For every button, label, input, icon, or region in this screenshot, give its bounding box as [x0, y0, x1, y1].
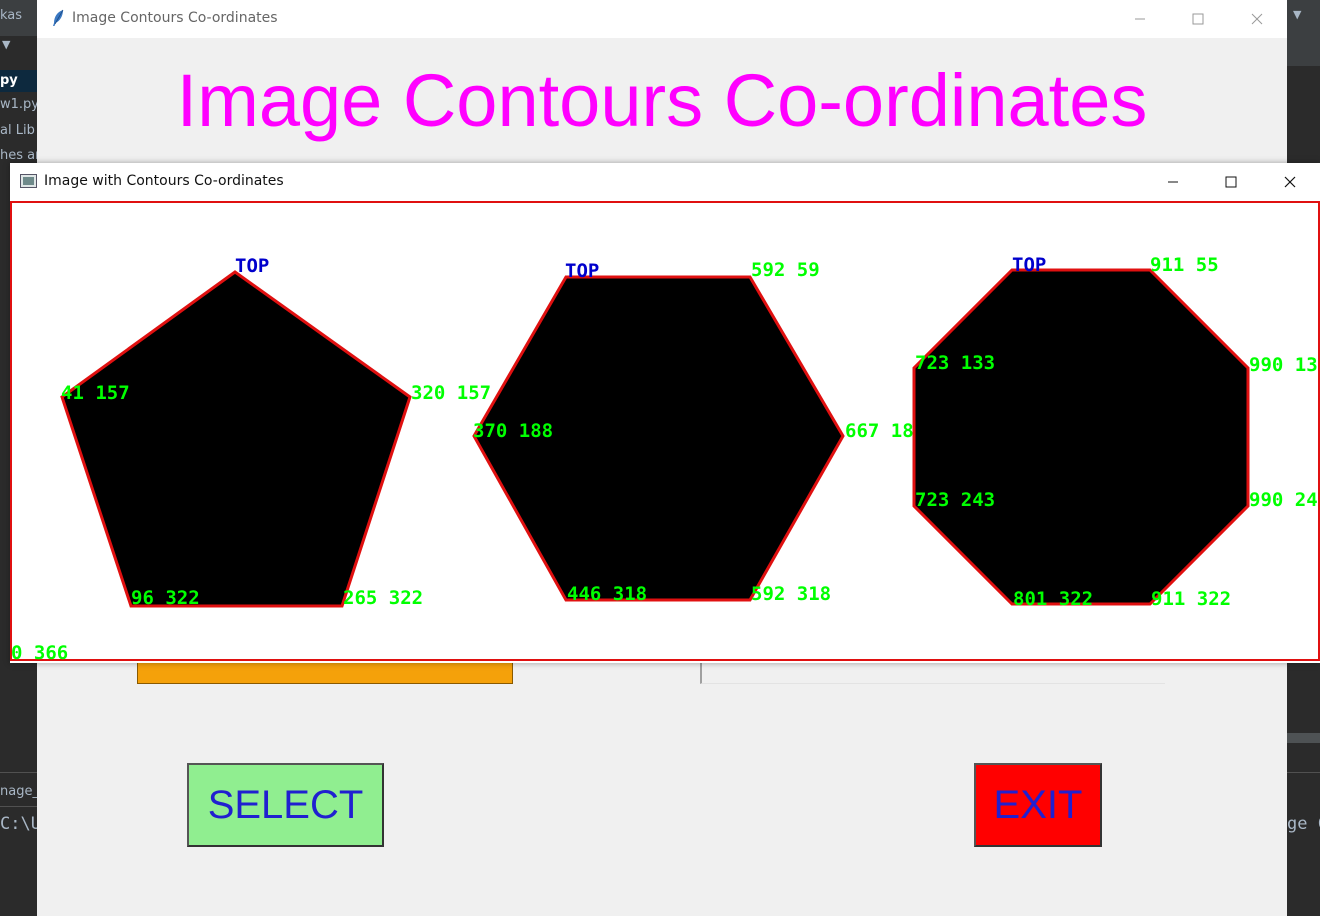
- divider: [0, 772, 37, 773]
- maximize-button[interactable]: [1208, 163, 1254, 201]
- octagon-shape: [912, 268, 1250, 606]
- octagon-label: 723 133: [915, 352, 995, 374]
- close-icon: [1251, 13, 1263, 25]
- contour-image: TOP 41 157 320 157 96 322 265 322 TOP 59…: [10, 201, 1320, 662]
- ide-run-tab[interactable]: nage_: [0, 784, 39, 799]
- minimize-button[interactable]: [1117, 0, 1163, 38]
- hexagon-label: 370 188: [473, 420, 553, 442]
- chevron-down-icon[interactable]: ▼: [1293, 8, 1301, 21]
- close-icon: [1284, 176, 1296, 188]
- ide-file-item[interactable]: w1.py: [0, 97, 39, 112]
- ide-file-item[interactable]: al Lib: [0, 123, 35, 138]
- select-button[interactable]: SELECT: [187, 763, 384, 847]
- octagon-label: 990 24: [1249, 489, 1318, 511]
- ide-console-text: ge C: [1287, 814, 1320, 834]
- close-button[interactable]: [1234, 0, 1280, 38]
- chevron-down-icon[interactable]: ▼: [2, 38, 10, 51]
- image-window: Image with Contours Co-ordinates TOP 41 …: [10, 163, 1320, 663]
- close-button[interactable]: [1267, 163, 1313, 201]
- image-window-titlebar[interactable]: Image with Contours Co-ordinates: [10, 163, 1320, 201]
- octagon-label: 723 243: [915, 489, 995, 511]
- minimize-icon: [1135, 18, 1145, 20]
- pentagon-label: 96 322: [131, 587, 200, 609]
- maximize-icon: [1225, 176, 1237, 188]
- ide-file-active[interactable]: py: [0, 73, 18, 88]
- divider: [1287, 772, 1320, 773]
- ide-scrollbar[interactable]: [1287, 733, 1320, 743]
- image-window-icon: [20, 174, 37, 188]
- maximize-button[interactable]: [1175, 0, 1221, 38]
- octagon-label: 990 13: [1249, 354, 1318, 376]
- pentagon-label: 265 322: [343, 587, 423, 609]
- page-title: Image Contours Co-ordinates: [176, 59, 1148, 142]
- corner-label: 0 366: [11, 642, 68, 662]
- octagon-label: 801 322: [1013, 588, 1093, 610]
- octagon-top-label: TOP: [1012, 254, 1046, 276]
- octagon-label: 911 55: [1150, 254, 1219, 276]
- pentagon-top-label: TOP: [235, 255, 269, 277]
- hexagon-label: 446 318: [567, 583, 647, 605]
- exit-button[interactable]: EXIT: [974, 763, 1102, 847]
- pentagon-label: 41 157: [61, 382, 130, 404]
- ide-file-item[interactable]: hes ar: [0, 148, 40, 163]
- ide-breadcrumb: kas: [0, 8, 23, 23]
- octagon-label: 911 322: [1151, 588, 1231, 610]
- minimize-button[interactable]: [1150, 163, 1196, 201]
- ide-right-toolbar: [1287, 36, 1320, 66]
- feather-icon: [53, 9, 64, 26]
- maximize-icon: [1192, 13, 1204, 25]
- image-window-title: Image with Contours Co-ordinates: [44, 173, 284, 189]
- main-titlebar[interactable]: Image Contours Co-ordinates: [37, 0, 1287, 38]
- hexagon-top-label: TOP: [565, 260, 599, 282]
- hexagon-label: 592 318: [751, 583, 831, 605]
- window-title: Image Contours Co-ordinates: [72, 10, 278, 26]
- divider: [0, 806, 37, 807]
- minimize-icon: [1168, 181, 1178, 183]
- hexagon-label: 592 59: [751, 259, 820, 281]
- pentagon-label: 320 157: [411, 382, 491, 404]
